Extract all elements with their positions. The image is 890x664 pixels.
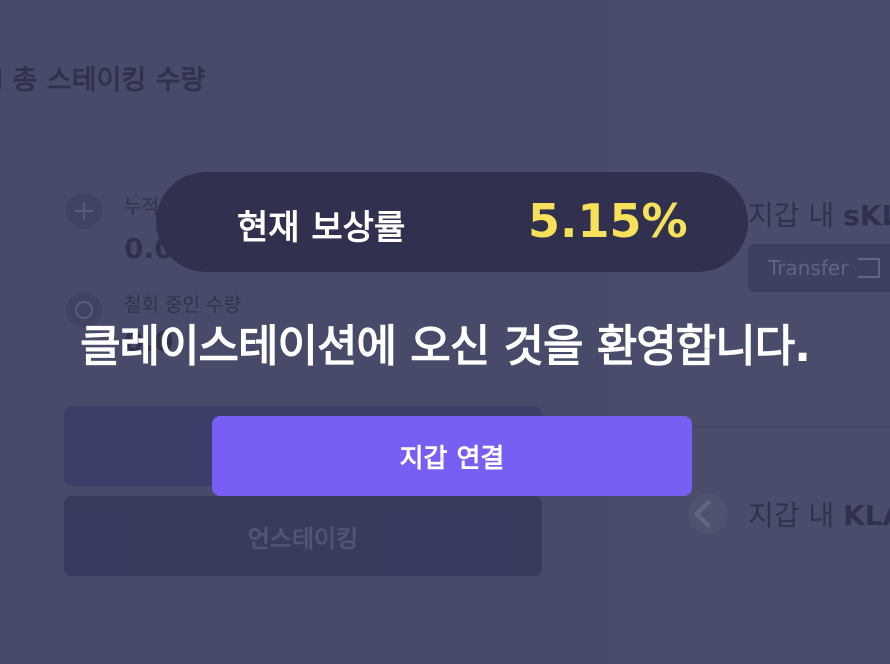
wallet-kla-prefix: 지갑 내 <box>748 499 844 532</box>
wallet-skl-token: sKL <box>843 199 890 232</box>
accumulated-label: 누적 <box>124 196 159 218</box>
transfer-arrow-icon <box>858 258 881 278</box>
wallet-divider <box>690 426 890 428</box>
wallet-kla-title: 지갑 내 KLA <box>748 494 890 534</box>
wallet-skl-title: 지갑 내 sKL <box>748 194 890 234</box>
plus-icon <box>66 193 102 229</box>
reward-rate-pill: 현재 보상률 5.15% <box>156 172 748 272</box>
welcome-message: 클레이스테이션에 오신 것을 환영합니다. <box>80 321 811 372</box>
klay-logo-icon <box>688 494 728 534</box>
reward-rate-label: 현재 보상률 <box>237 208 406 248</box>
transfer-button: Transfer <box>748 244 890 292</box>
transfer-label: Transfer <box>768 256 849 280</box>
total-staking-title: l 총 스테이킹 수량 <box>0 65 206 96</box>
connect-wallet-button[interactable]: 지갑 연결 <box>212 416 692 496</box>
reward-rate-value: 5.15% <box>528 194 688 248</box>
wallet-kla-token: KLA <box>843 499 890 532</box>
wallet-skl-prefix: 지갑 내 <box>748 199 844 232</box>
unstake-button: 언스테이킹 <box>64 496 542 576</box>
